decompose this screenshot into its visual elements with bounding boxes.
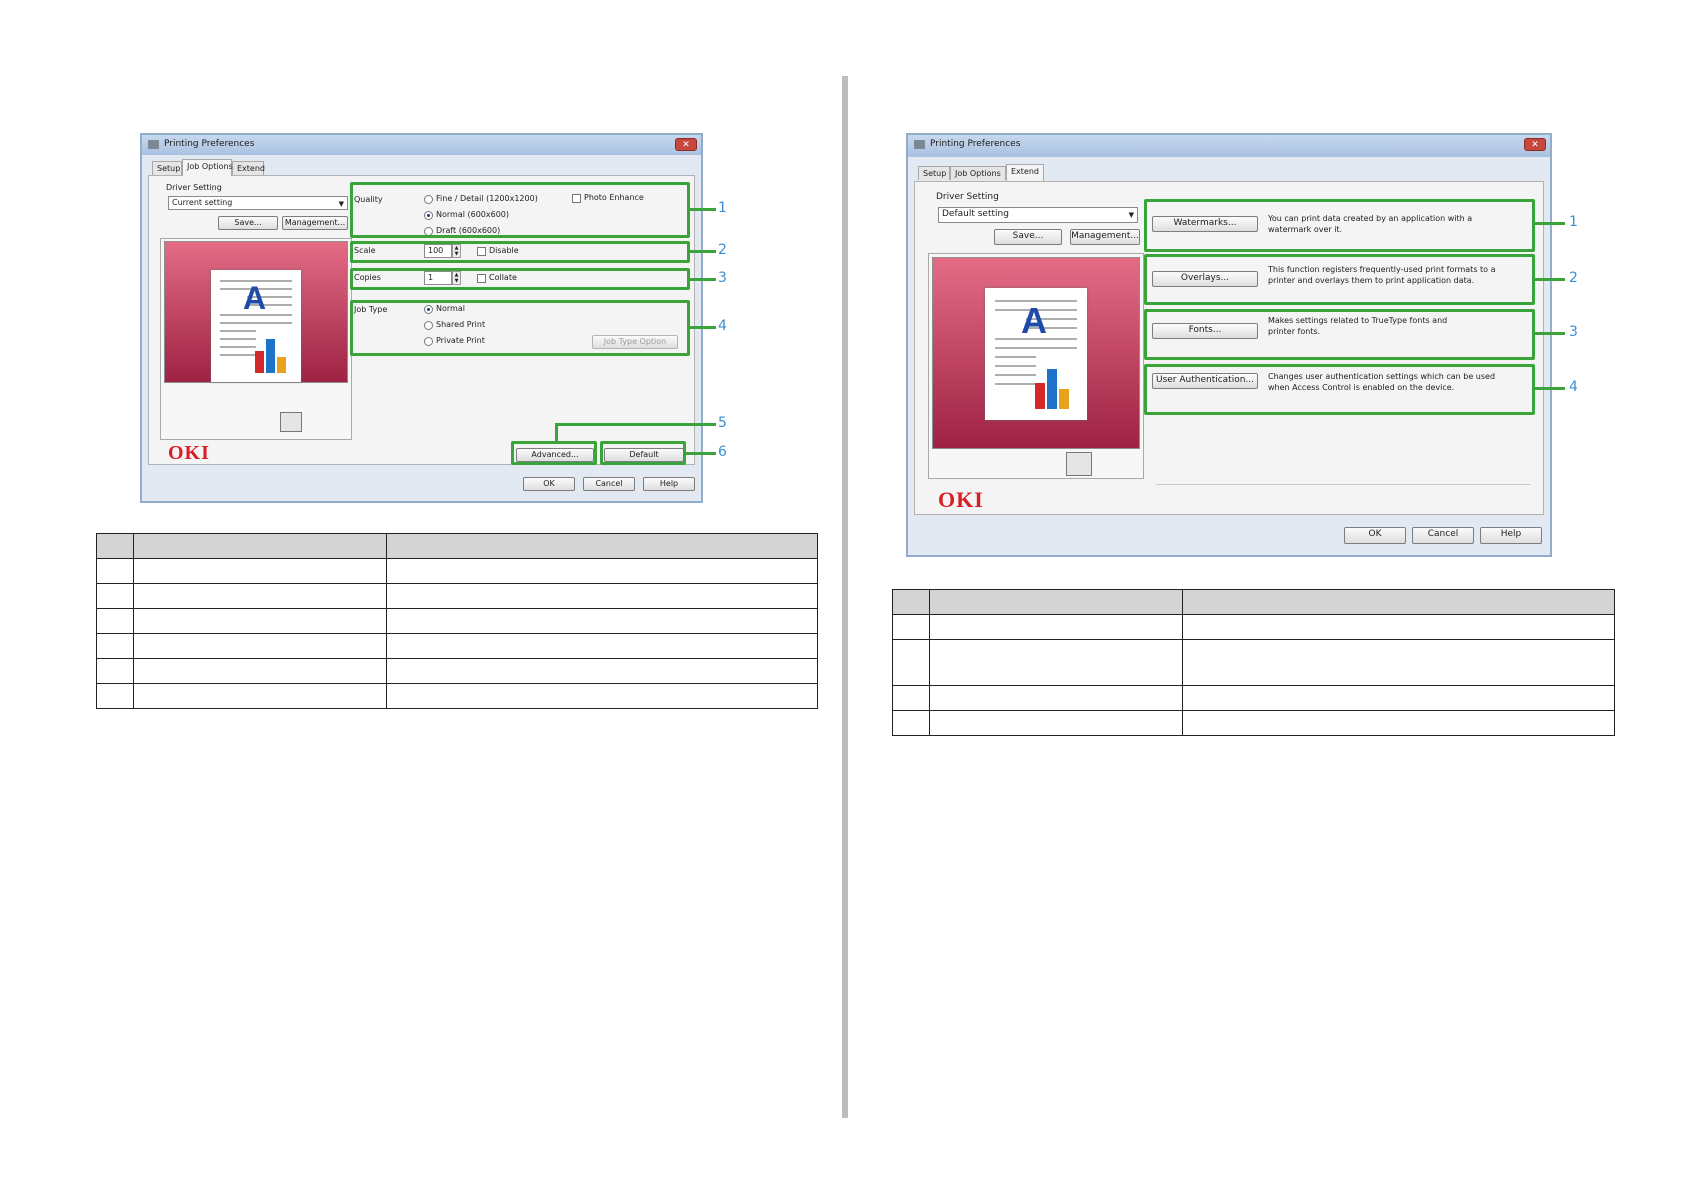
table-row [96,558,818,584]
tab-extend[interactable]: Extend [232,161,265,175]
driver-setting-combo[interactable]: Default setting ▼ [938,207,1138,223]
table-row [892,685,1615,711]
management-button[interactable]: Management... [282,216,348,230]
driver-setting-combo[interactable]: Current setting ▼ [168,196,348,210]
driver-setting-label: Driver Setting [936,192,999,202]
table-row [96,608,818,634]
preview-area: A [164,241,348,383]
callout-4: 4 [1569,379,1578,395]
separator-line [1156,484,1530,485]
driver-setting-value: Default setting [942,209,1009,219]
highlight-quality [350,182,690,238]
table-row [892,614,1615,640]
preview-letter: A [243,280,267,316]
tab-setup[interactable]: Setup [918,166,950,180]
table-row [96,633,818,659]
table-header-cell [386,533,818,559]
right-table [892,589,1615,736]
help-button[interactable]: Help [643,477,695,491]
cancel-button[interactable]: Cancel [1412,527,1474,544]
page-divider [842,76,848,1118]
document-preview-icon: A [985,288,1087,420]
highlight-scale [350,241,690,263]
table-header-cell [929,589,1183,615]
management-button[interactable]: Management... [1070,229,1140,245]
printer-icon [914,140,925,149]
tab-job-options[interactable]: Job Options [182,159,233,176]
tab-job-options[interactable]: Job Options [950,166,1006,180]
callout-3: 3 [1569,324,1578,340]
document-preview-icon: A [211,270,301,382]
callout-4: 4 [718,318,727,334]
save-button[interactable]: Save... [994,229,1062,245]
printer-icon [280,412,302,432]
ok-button[interactable]: OK [1344,527,1406,544]
callout-2: 2 [1569,270,1578,286]
table-row [96,683,818,709]
table-header-cell [133,533,387,559]
table-header-cell [1182,589,1615,615]
callout-3: 3 [718,270,727,286]
callout-5: 5 [718,415,727,431]
save-button[interactable]: Save... [218,216,278,230]
close-button[interactable]: ✕ [675,138,697,151]
table-row [96,658,818,684]
table-row [892,639,1615,686]
printer-icon [148,140,159,149]
table-row [96,583,818,609]
title-bar: Printing Preferences ✕ [142,135,701,155]
oki-logo: OKI [168,442,210,464]
highlight-overlays [1144,254,1535,305]
chevron-down-icon: ▼ [338,200,344,208]
callout-2: 2 [718,242,727,258]
highlight-user-authentication [1144,364,1535,415]
highlight-job-type [350,300,690,356]
oki-logo: OKI [938,487,984,512]
callout-1: 1 [1569,214,1578,230]
ok-button[interactable]: OK [523,477,575,491]
callout-6: 6 [718,444,727,460]
preview-letter: A [1021,300,1047,341]
tab-setup[interactable]: Setup [152,161,182,175]
chevron-down-icon: ▼ [1128,211,1134,219]
highlight-default [600,441,686,465]
highlight-fonts [1144,309,1535,360]
highlight-advanced [511,441,597,465]
window-title: Printing Preferences [164,139,255,149]
close-button[interactable]: ✕ [1524,138,1546,151]
highlight-copies [350,268,690,290]
driver-setting-value: Current setting [172,198,233,207]
table-row [892,710,1615,736]
driver-setting-label: Driver Setting [166,183,222,192]
highlight-watermarks [1144,199,1535,252]
table-header-cell [96,533,134,559]
cancel-button[interactable]: Cancel [583,477,635,491]
left-table [96,533,818,709]
help-button[interactable]: Help [1480,527,1542,544]
title-bar: Printing Preferences ✕ [908,135,1550,157]
tab-extend[interactable]: Extend [1006,164,1044,181]
callout-1: 1 [718,200,727,216]
window-title: Printing Preferences [930,139,1021,149]
printer-icon [1066,452,1092,476]
preview-area: A [932,257,1140,449]
table-header-cell [892,589,930,615]
